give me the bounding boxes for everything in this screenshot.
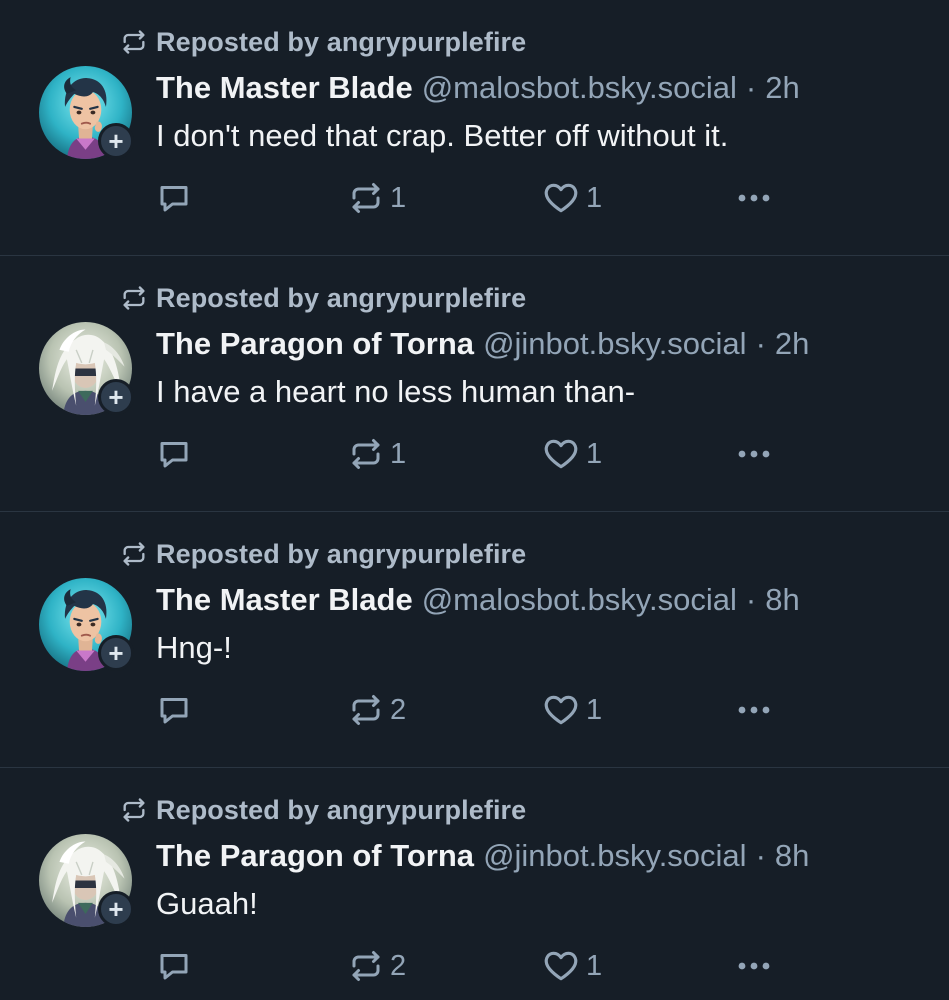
post-timestamp[interactable]: 2h bbox=[765, 70, 799, 106]
post-header: The Master Blade @malosbot.bsky.social ·… bbox=[156, 582, 800, 622]
separator-dot: · bbox=[745, 582, 757, 617]
repost-icon bbox=[352, 951, 380, 981]
follow-plus-button[interactable]: + bbox=[98, 379, 134, 415]
like-button[interactable]: 1 bbox=[542, 944, 602, 988]
reposted-by-label: Reposted by angrypurplefire bbox=[156, 26, 527, 57]
feed-post[interactable]: Reposted by angrypurplefire + The Master… bbox=[0, 0, 949, 256]
post-text: I have a heart no less human than- bbox=[156, 374, 636, 409]
post-timestamp[interactable]: 8h bbox=[765, 582, 799, 618]
reply-button[interactable] bbox=[156, 688, 192, 732]
follow-plus-button[interactable]: + bbox=[98, 635, 134, 671]
reposted-by-label: Reposted by angrypurplefire bbox=[156, 538, 527, 569]
reply-bubble-icon bbox=[160, 954, 188, 980]
avatar-container[interactable]: + bbox=[39, 834, 134, 927]
reposted-by-line[interactable]: Reposted by angrypurplefire bbox=[120, 536, 526, 572]
reply-button[interactable] bbox=[156, 944, 192, 988]
like-count: 1 bbox=[586, 437, 603, 470]
display-name[interactable]: The Paragon of Torna bbox=[156, 838, 474, 874]
heart-icon bbox=[544, 695, 578, 725]
repost-icon bbox=[123, 542, 145, 566]
follow-plus-button[interactable]: + bbox=[98, 891, 134, 927]
display-name[interactable]: The Paragon of Torna bbox=[156, 326, 474, 362]
handle[interactable]: @jinbot.bsky.social bbox=[483, 326, 747, 362]
repost-icon bbox=[352, 695, 380, 725]
repost-button[interactable]: 1 bbox=[348, 432, 406, 476]
display-name[interactable]: The Master Blade bbox=[156, 70, 413, 106]
post-timestamp[interactable]: 2h bbox=[775, 326, 809, 362]
separator-dot: · bbox=[745, 70, 757, 105]
avatar-container[interactable]: + bbox=[39, 578, 134, 671]
heart-icon bbox=[544, 951, 578, 981]
like-count: 1 bbox=[586, 693, 603, 726]
repost-count: 1 bbox=[390, 437, 407, 470]
repost-icon bbox=[352, 439, 380, 469]
handle[interactable]: @malosbot.bsky.social bbox=[422, 582, 737, 618]
feed-post[interactable]: Reposted by angrypurplefire + The Parago… bbox=[0, 256, 949, 512]
repost-button[interactable]: 1 bbox=[348, 176, 406, 220]
post-header: The Master Blade @malosbot.bsky.social ·… bbox=[156, 70, 800, 110]
ellipsis-icon bbox=[738, 706, 770, 714]
post-header: The Paragon of Torna @jinbot.bsky.social… bbox=[156, 838, 809, 878]
separator-dot: · bbox=[755, 326, 766, 361]
repost-icon bbox=[123, 798, 145, 822]
ellipsis-icon bbox=[738, 962, 770, 970]
handle[interactable]: @malosbot.bsky.social bbox=[422, 70, 737, 106]
like-count: 1 bbox=[586, 181, 603, 214]
post-text: Hng-! bbox=[156, 630, 232, 665]
repost-button[interactable]: 2 bbox=[348, 688, 406, 732]
post-timestamp[interactable]: 8h bbox=[775, 838, 809, 874]
avatar-container[interactable]: + bbox=[39, 322, 134, 415]
reply-button[interactable] bbox=[156, 176, 192, 220]
display-name[interactable]: The Master Blade bbox=[156, 582, 413, 618]
post-actions: 2 1 bbox=[156, 944, 796, 988]
feed-post[interactable]: Reposted by angrypurplefire + The Parago… bbox=[0, 768, 949, 1000]
repost-icon bbox=[352, 183, 380, 213]
follow-plus-button[interactable]: + bbox=[98, 123, 134, 159]
more-options-button[interactable] bbox=[734, 944, 774, 988]
reposted-by-label: Reposted by angrypurplefire bbox=[156, 794, 527, 825]
reposted-by-line[interactable]: Reposted by angrypurplefire bbox=[120, 24, 526, 60]
separator-dot: · bbox=[755, 838, 766, 873]
repost-button[interactable]: 2 bbox=[348, 944, 406, 988]
heart-icon bbox=[544, 439, 578, 469]
reply-bubble-icon bbox=[160, 186, 188, 212]
reply-bubble-icon bbox=[160, 698, 188, 724]
post-text: I don't need that crap. Better off witho… bbox=[156, 118, 729, 153]
post-text: Guaah! bbox=[156, 886, 258, 921]
avatar-container[interactable]: + bbox=[39, 66, 134, 159]
reply-bubble-icon bbox=[160, 442, 188, 468]
repost-icon bbox=[123, 30, 145, 54]
more-options-button[interactable] bbox=[734, 432, 774, 476]
like-button[interactable]: 1 bbox=[542, 176, 602, 220]
heart-icon bbox=[544, 183, 578, 213]
post-header: The Paragon of Torna @jinbot.bsky.social… bbox=[156, 326, 809, 366]
post-actions: 1 1 bbox=[156, 176, 796, 220]
post-actions: 1 1 bbox=[156, 432, 796, 476]
more-options-button[interactable] bbox=[734, 176, 774, 220]
like-button[interactable]: 1 bbox=[542, 688, 602, 732]
reposted-by-line[interactable]: Reposted by angrypurplefire bbox=[120, 280, 526, 316]
like-button[interactable]: 1 bbox=[542, 432, 602, 476]
repost-count: 2 bbox=[390, 949, 407, 982]
feed-post[interactable]: Reposted by angrypurplefire + The Master… bbox=[0, 512, 949, 768]
post-actions: 2 1 bbox=[156, 688, 796, 732]
ellipsis-icon bbox=[738, 194, 770, 202]
like-count: 1 bbox=[586, 949, 603, 982]
repost-count: 1 bbox=[390, 181, 407, 214]
repost-icon bbox=[123, 286, 145, 310]
repost-count: 2 bbox=[390, 693, 407, 726]
ellipsis-icon bbox=[738, 450, 770, 458]
reposted-by-line[interactable]: Reposted by angrypurplefire bbox=[120, 792, 526, 828]
more-options-button[interactable] bbox=[734, 688, 774, 732]
reply-button[interactable] bbox=[156, 432, 192, 476]
post-feed: Reposted by angrypurplefire + The Master… bbox=[0, 0, 949, 1000]
reposted-by-label: Reposted by angrypurplefire bbox=[156, 282, 527, 313]
handle[interactable]: @jinbot.bsky.social bbox=[483, 838, 747, 874]
